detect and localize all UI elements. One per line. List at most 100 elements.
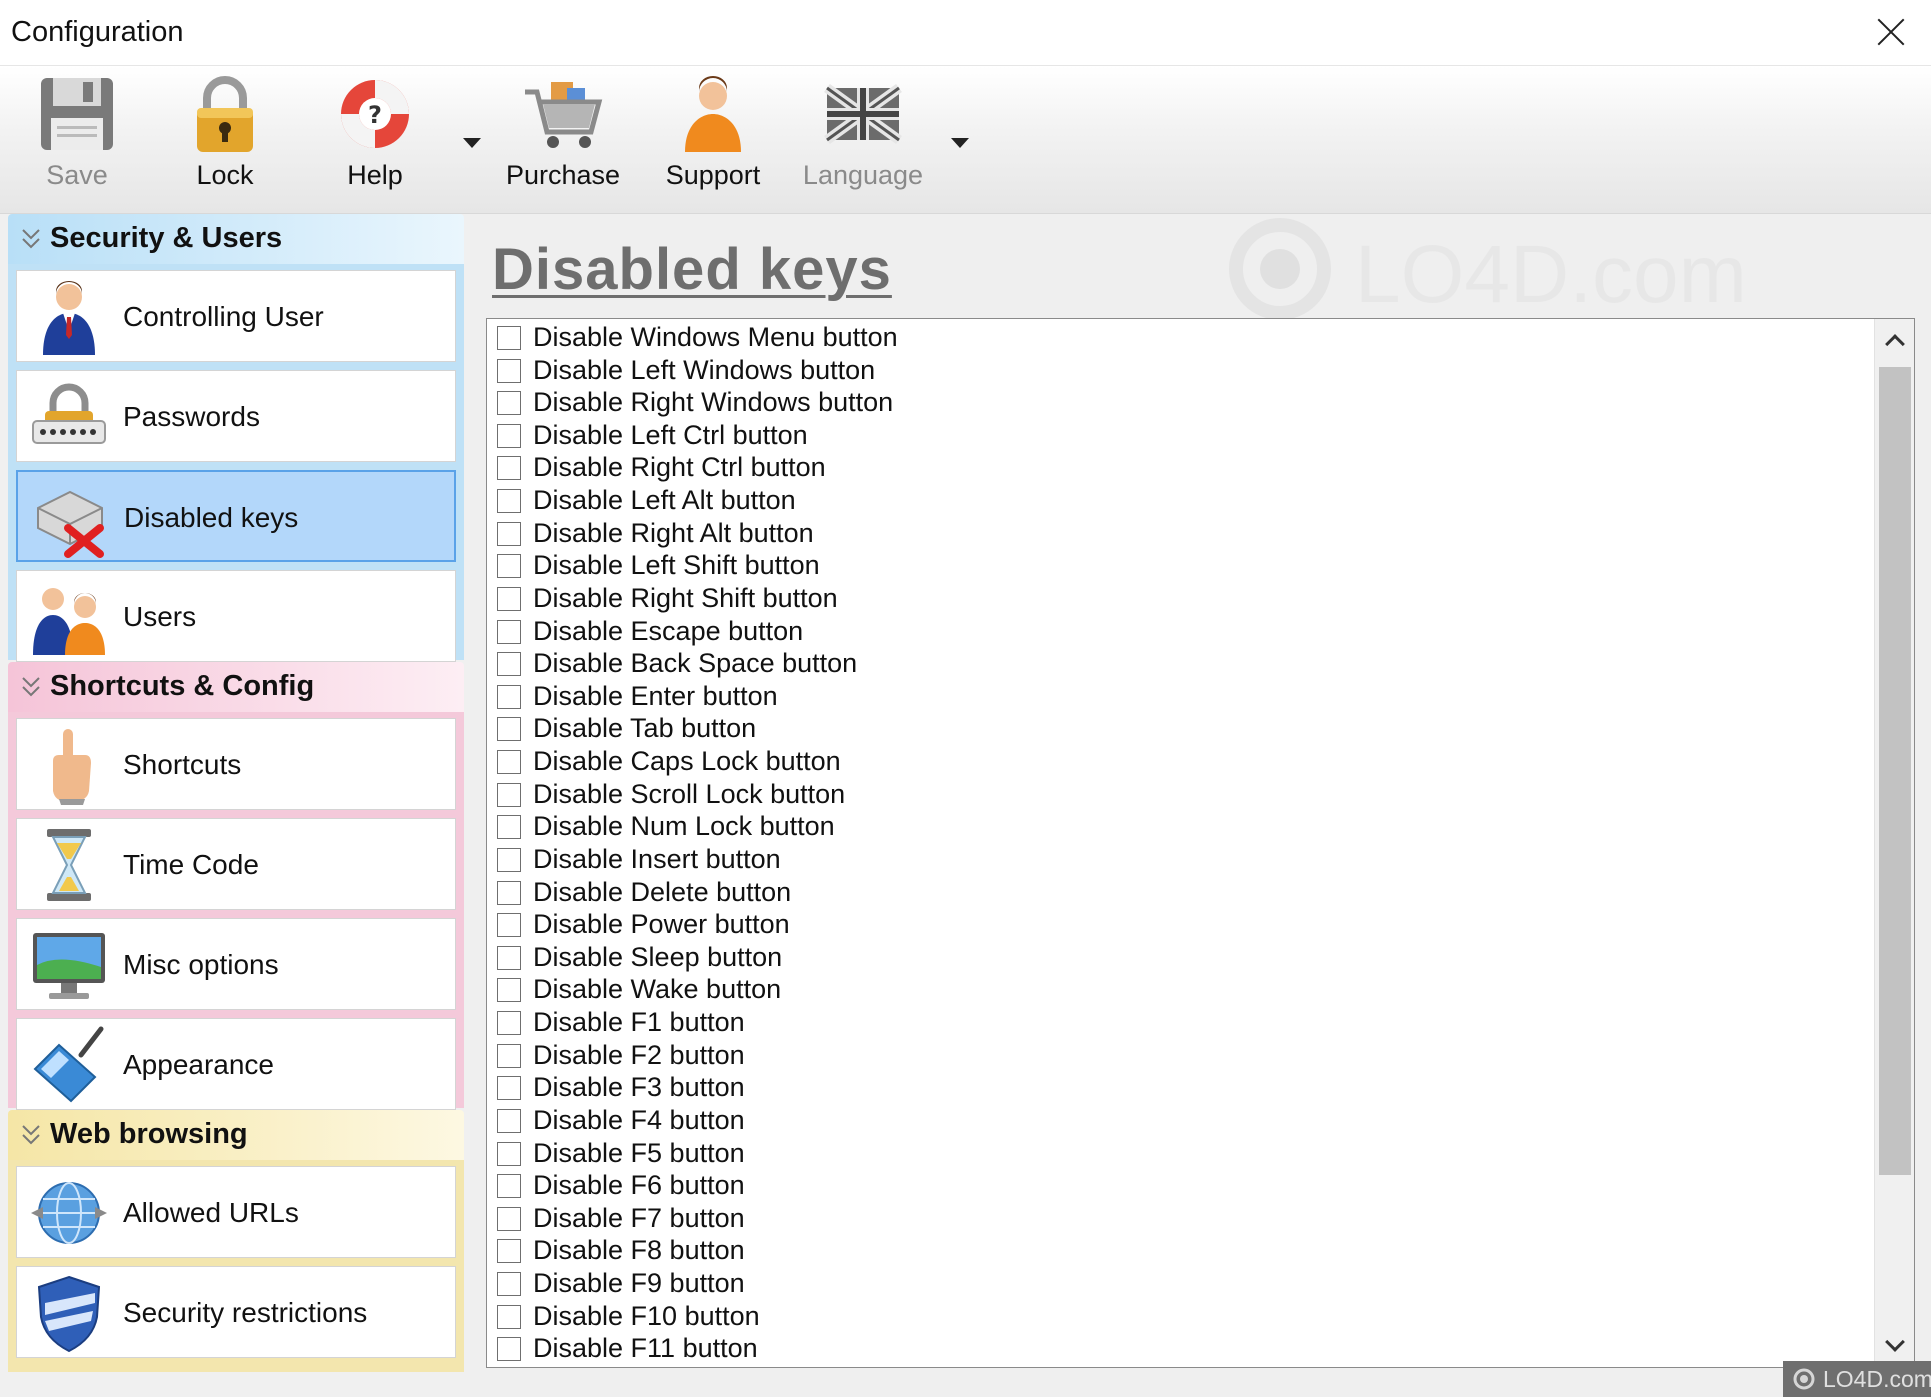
sidebar: Security & Users Controlling User Passwo…: [0, 214, 470, 1397]
watermark-text: LO4D.com: [1355, 229, 1747, 320]
sidebar-item-security-restrictions[interactable]: Security restrictions: [16, 1266, 456, 1358]
checkbox[interactable]: [497, 652, 521, 677]
language-label: Language: [802, 160, 924, 190]
sidebar-item-label: Passwords: [123, 401, 260, 432]
option-label: Disable Right Ctrl button: [533, 452, 826, 483]
sidebar-item-allowed-urls[interactable]: Allowed URLs: [16, 1166, 456, 1258]
close-icon[interactable]: [1873, 14, 1909, 50]
checkbox[interactable]: [497, 1011, 521, 1036]
sidebar-item-label: Allowed URLs: [123, 1197, 299, 1228]
option-label: Disable F7 button: [533, 1202, 745, 1233]
checkbox[interactable]: [497, 1174, 521, 1199]
sidebar-item-label: Disabled keys: [124, 502, 299, 533]
option-label: Disable Right Windows button: [533, 387, 894, 418]
scroll-down-arrow-icon[interactable]: [1885, 1332, 1905, 1352]
checkbox[interactable]: [497, 1076, 521, 1101]
help-button[interactable]: ? Help: [310, 72, 440, 200]
checkbox[interactable]: [497, 684, 521, 709]
support-label: Support: [665, 160, 761, 190]
sidebar-item-label: Misc options: [123, 949, 279, 980]
sidebar-item-label: Users: [123, 601, 197, 632]
sidebar-item-passwords[interactable]: Passwords: [16, 370, 456, 462]
option-label: Disable Sleep button: [533, 941, 783, 972]
group-title: Security & Users: [50, 222, 283, 254]
checkbox[interactable]: [497, 847, 521, 872]
checkbox[interactable]: [497, 358, 521, 383]
users-icon: [33, 588, 105, 655]
option-label: Disable F5 button: [533, 1137, 745, 1168]
option-label: Disable Delete button: [533, 876, 792, 907]
sidebar-item-users[interactable]: Users: [16, 570, 456, 662]
checkbox[interactable]: [497, 586, 521, 611]
checkbox[interactable]: [497, 1239, 521, 1264]
checkbox[interactable]: [497, 1043, 521, 1068]
checkbox[interactable]: [497, 489, 521, 514]
checkbox[interactable]: [497, 391, 521, 416]
support-button[interactable]: Support: [648, 72, 778, 200]
group-body-web-browsing: Allowed URLs Security restrictions: [8, 1160, 464, 1372]
lo4d-logo-icon: [1229, 218, 1331, 320]
lifebuoy-icon: ?: [341, 80, 409, 148]
checkbox[interactable]: [497, 750, 521, 775]
scroll-up-arrow-icon[interactable]: [1885, 334, 1905, 354]
group-header-shortcuts-config[interactable]: Shortcuts & Config: [8, 662, 464, 712]
checkbox[interactable]: [497, 1141, 521, 1166]
badge-text: LO4D.com: [1823, 1366, 1931, 1392]
checkbox[interactable]: [497, 326, 521, 350]
checkbox[interactable]: [497, 815, 521, 840]
checkbox[interactable]: [497, 1272, 521, 1297]
group-title: Web browsing: [50, 1118, 248, 1150]
vertical-scrollbar[interactable]: [1874, 319, 1914, 1367]
sidebar-item-time-code[interactable]: Time Code: [16, 818, 456, 910]
svg-text:?: ?: [368, 101, 382, 129]
checkbox[interactable]: [497, 717, 521, 742]
option-label: Disable Left Windows button: [533, 354, 876, 385]
checkbox[interactable]: [497, 880, 521, 905]
scrollbar-thumb[interactable]: [1879, 367, 1911, 1175]
checkbox[interactable]: [497, 423, 521, 448]
checkbox[interactable]: [497, 1206, 521, 1231]
chevron-double-down-icon: [22, 1125, 40, 1145]
option-label: Disable Wake button: [533, 974, 782, 1005]
option-label: Disable F8 button: [533, 1235, 745, 1266]
save-button[interactable]: Save: [12, 72, 142, 200]
checkbox[interactable]: [497, 1304, 521, 1329]
checkbox[interactable]: [497, 521, 521, 546]
checkbox[interactable]: [497, 913, 521, 938]
help-dropdown-arrow[interactable]: [463, 138, 481, 148]
checkbox[interactable]: [497, 945, 521, 970]
help-label: Help: [347, 160, 403, 190]
group-header-security-users[interactable]: Security & Users: [8, 214, 464, 264]
checkbox[interactable]: [497, 1337, 521, 1362]
checkbox[interactable]: [497, 978, 521, 1003]
option-label: Disable Insert button: [533, 843, 781, 874]
checkbox[interactable]: [497, 782, 521, 807]
checkbox[interactable]: [497, 1108, 521, 1133]
checkbox[interactable]: [497, 456, 521, 481]
group-body-security-users: Controlling User Passwords Disabled keys: [8, 264, 464, 662]
group-title: Shortcuts & Config: [50, 670, 315, 702]
language-dropdown-arrow[interactable]: [951, 138, 969, 148]
checkbox[interactable]: [497, 619, 521, 644]
purchase-label: Purchase: [505, 160, 621, 190]
user-suit-icon: [43, 281, 95, 355]
language-button[interactable]: Language: [798, 72, 928, 200]
save-label: Save: [46, 160, 108, 190]
sidebar-item-shortcuts[interactable]: Shortcuts: [16, 718, 456, 810]
page-title: Disabled keys: [492, 237, 892, 302]
watermark: LO4D.com: [1215, 214, 1775, 324]
floppy-disk-icon: [41, 78, 113, 150]
sidebar-item-disabled-keys[interactable]: Disabled keys: [16, 470, 456, 562]
lock-button[interactable]: Lock: [160, 72, 290, 200]
sidebar-item-controlling-user[interactable]: Controlling User: [16, 270, 456, 362]
option-label: Disable Escape button: [533, 615, 804, 646]
shield-icon: [37, 1275, 101, 1353]
sidebar-item-misc-options[interactable]: Misc options: [16, 918, 456, 1010]
sidebar-item-label: Security restrictions: [123, 1297, 368, 1328]
purchase-button[interactable]: Purchase: [498, 72, 628, 200]
group-header-web-browsing[interactable]: Web browsing: [8, 1110, 464, 1160]
checkbox[interactable]: [497, 554, 521, 579]
sidebar-item-label: Shortcuts: [123, 749, 242, 780]
sidebar-item-appearance[interactable]: Appearance: [16, 1018, 456, 1110]
disabled-key-icon: [37, 490, 104, 558]
